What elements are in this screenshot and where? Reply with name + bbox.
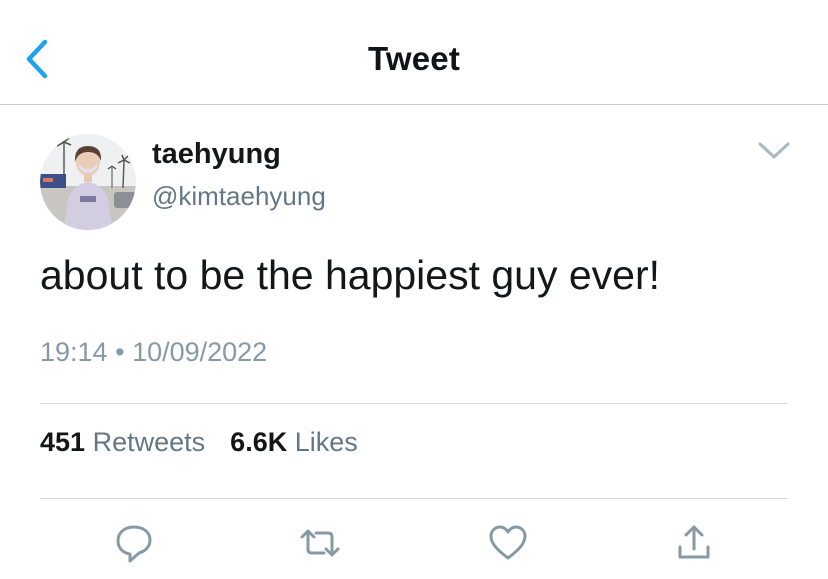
tweet-detail-screen: Tweet taehyung @kimtaehyung about to be …: [0, 0, 828, 579]
likes-count: 6.6K: [230, 427, 288, 457]
top-navigation-bar: Tweet: [0, 0, 828, 105]
chevron-down-icon: [758, 142, 790, 159]
reply-button[interactable]: [112, 521, 156, 565]
heart-icon: [489, 525, 527, 560]
retweets-label: Retweets: [92, 427, 206, 457]
likes-label: Likes: [294, 427, 358, 457]
author-display-name[interactable]: taehyung: [152, 138, 281, 171]
page-title: Tweet: [367, 40, 461, 77]
retweets-count: 451: [40, 427, 86, 457]
retweets-stat[interactable]: 451 Retweets: [40, 427, 205, 457]
retweet-icon: [300, 529, 340, 557]
tweet-date: 10/09/2022: [132, 337, 268, 367]
more-options-button[interactable]: [754, 138, 794, 164]
divider: [40, 498, 788, 499]
reply-icon: [116, 525, 152, 563]
tweet-timestamp: 19:14 • 10/09/2022: [40, 337, 267, 368]
retweet-button[interactable]: [298, 521, 342, 565]
likes-stat[interactable]: 6.6K Likes: [230, 427, 358, 457]
share-icon: [678, 525, 710, 559]
author-handle[interactable]: @kimtaehyung: [152, 181, 326, 212]
share-button[interactable]: [672, 521, 716, 565]
tweet-time: 19:14: [40, 337, 108, 367]
tweet-text: about to be the happiest guy ever!: [40, 252, 661, 298]
tweet-stats: 451 Retweets 6.6K Likes: [40, 427, 358, 458]
divider: [40, 403, 788, 404]
avatar[interactable]: [40, 134, 136, 230]
like-button[interactable]: [486, 521, 530, 565]
timestamp-separator: •: [115, 337, 125, 367]
avatar-image: [40, 134, 136, 230]
